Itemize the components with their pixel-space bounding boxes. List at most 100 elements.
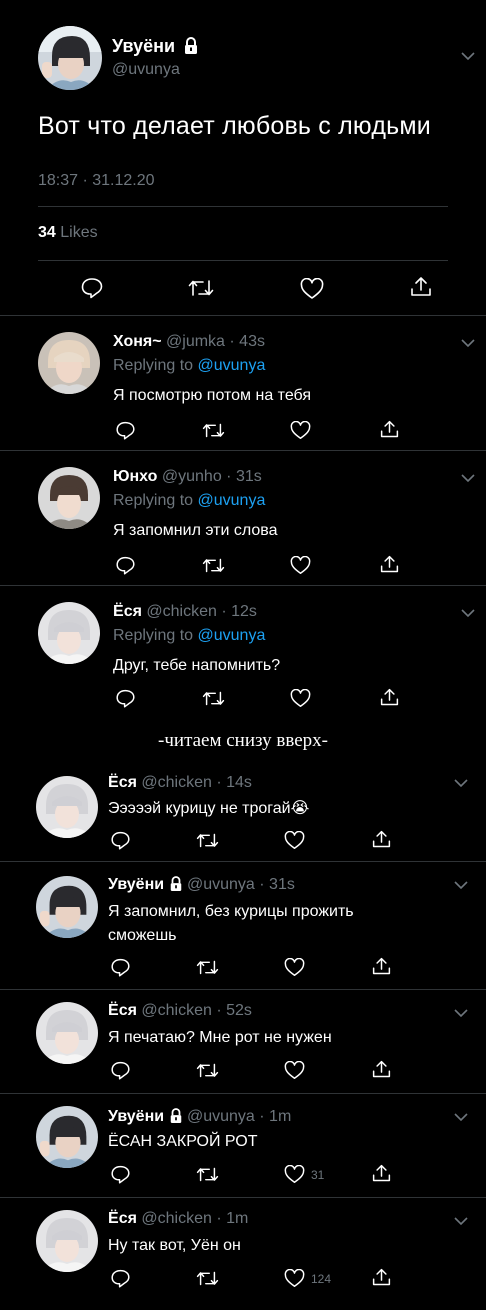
like-button[interactable] <box>290 689 311 708</box>
reply-button[interactable] <box>80 276 104 300</box>
share-button[interactable] <box>379 554 400 575</box>
tweet-timestamp[interactable]: 18:37 · 31.12.20 <box>38 172 155 190</box>
retweet-button[interactable] <box>188 277 214 299</box>
like-button[interactable] <box>284 831 305 850</box>
likes-count[interactable]: 34 Likes <box>38 224 98 242</box>
handle-and-time[interactable]: @uvunya · 31s <box>187 876 295 893</box>
handle-and-time[interactable]: @uvunya · 1m <box>187 1108 291 1125</box>
share-button[interactable] <box>379 419 400 440</box>
avatar[interactable] <box>38 332 100 394</box>
reply-text: Я запомнил эти слова <box>113 522 278 539</box>
author-handle[interactable]: @uvunya <box>112 61 180 79</box>
chevron-down-icon[interactable] <box>461 338 475 348</box>
reply-button[interactable] <box>115 688 136 709</box>
share-button[interactable] <box>371 1059 392 1080</box>
share-button[interactable] <box>379 687 400 708</box>
like-button[interactable]: 124 <box>284 1269 331 1288</box>
retweet-button[interactable] <box>196 958 219 977</box>
author-name[interactable]: Ёся <box>108 1210 137 1227</box>
chevron-down-icon[interactable] <box>461 473 475 483</box>
avatar[interactable] <box>38 602 100 664</box>
reply-button[interactable] <box>115 420 136 441</box>
chevron-down-icon[interactable] <box>461 608 475 618</box>
author-name[interactable]: Ёся <box>108 774 137 791</box>
replying-to: Replying to @uvunya <box>113 492 265 510</box>
share-button[interactable] <box>371 1267 392 1288</box>
retweet-button[interactable] <box>196 831 219 850</box>
handle-and-time[interactable]: @yunho · 31s <box>162 468 262 485</box>
author-name[interactable]: Ёся <box>108 1002 137 1019</box>
reply-button[interactable] <box>110 957 131 978</box>
share-button[interactable] <box>371 829 392 850</box>
reply-icon <box>111 958 130 977</box>
chevron-down-icon[interactable] <box>454 1112 468 1122</box>
handle-and-time[interactable]: @chicken · 14s <box>141 774 252 791</box>
reply-tweet[interactable]: Ёся @chicken · 12s Replying to @uvunya Д… <box>0 586 486 721</box>
like-button[interactable] <box>284 1061 305 1080</box>
author-name[interactable]: Увуёни <box>112 36 199 57</box>
reply-tweet[interactable]: Хоня~ @jumka · 43s Replying to @uvunya Я… <box>0 316 486 451</box>
author-name[interactable]: Увуёни <box>108 876 164 893</box>
share-button[interactable] <box>371 1163 392 1184</box>
reply-icon <box>111 1165 130 1184</box>
replying-to: Replying to @uvunya <box>113 627 265 645</box>
reply-tweet[interactable]: Ёся @chicken · 1m Ну так вот, Уён он 124 <box>0 1198 486 1310</box>
like-button[interactable] <box>290 421 311 440</box>
handle-and-time[interactable]: @jumka · 43s <box>166 333 265 350</box>
reply-button[interactable] <box>110 1268 131 1289</box>
retweet-button[interactable] <box>202 689 225 708</box>
reply-button[interactable] <box>115 555 136 576</box>
chevron-down-icon[interactable] <box>454 1216 468 1226</box>
retweet-button[interactable] <box>196 1269 219 1288</box>
avatar[interactable] <box>36 776 98 838</box>
retweet-button[interactable] <box>202 421 225 440</box>
avatar[interactable] <box>36 1210 98 1272</box>
like-button[interactable] <box>284 958 305 977</box>
lock-icon <box>185 37 198 54</box>
avatar[interactable] <box>38 467 100 529</box>
author-name[interactable]: Увуёни <box>108 1108 164 1125</box>
reply-button[interactable] <box>110 1060 131 1081</box>
handle-and-time[interactable]: @chicken · 52s <box>141 1002 252 1019</box>
like-button[interactable] <box>290 556 311 575</box>
like-button[interactable] <box>300 278 324 300</box>
reply-button[interactable] <box>110 830 131 851</box>
tweet-text: Вот что делает любовь с людьми <box>38 112 431 140</box>
reply-tweet[interactable]: Увуёни @uvunya · 31s Я запомнил, без кур… <box>0 862 486 990</box>
retweet-button[interactable] <box>196 1061 219 1080</box>
chevron-down-icon[interactable] <box>454 880 468 890</box>
share-icon <box>372 957 391 975</box>
avatar[interactable] <box>38 26 102 90</box>
retweet-button[interactable] <box>196 1165 219 1184</box>
chevron-down-icon[interactable] <box>461 51 475 61</box>
reply-tweet[interactable]: Увуёни @uvunya · 1m ЁСАН ЗАКРОЙ РОТ 31 <box>0 1094 486 1198</box>
share-button[interactable] <box>371 956 392 977</box>
caption: -читаем снизу вверх- <box>158 730 328 751</box>
replying-to-link[interactable]: @uvunya <box>198 492 266 509</box>
handle-and-time[interactable]: @chicken · 1m <box>141 1210 248 1227</box>
author-name[interactable]: Хоня~ <box>113 333 162 350</box>
like-button[interactable]: 31 <box>284 1165 324 1184</box>
reply-tweet[interactable]: Ёся @chicken · 14s Эээээй курицу не трог… <box>0 762 486 862</box>
reply-tweet[interactable]: Ёся @chicken · 52s Я печатаю? Мне рот не… <box>0 990 486 1094</box>
replying-to-link[interactable]: @uvunya <box>198 357 266 374</box>
chevron-down-icon[interactable] <box>454 1008 468 1018</box>
author-name[interactable]: Ёся <box>113 603 142 620</box>
retweet-button[interactable] <box>202 556 225 575</box>
author-name[interactable]: Юнхо <box>113 468 157 485</box>
handle-and-time[interactable]: @chicken · 12s <box>146 603 257 620</box>
reply-tweet[interactable]: Юнхо @yunho · 31s Replying to @uvunya Я … <box>0 451 486 586</box>
avatar[interactable] <box>36 1106 98 1168</box>
share-button[interactable] <box>409 275 433 299</box>
avatar[interactable] <box>36 876 98 938</box>
like-count: 124 <box>311 1271 332 1286</box>
reply-text: ЁСАН ЗАКРОЙ РОТ <box>108 1133 258 1150</box>
share-icon <box>411 277 431 296</box>
crying-emoji: 😭 <box>290 800 310 817</box>
chevron-down-icon[interactable] <box>454 778 468 788</box>
reply-button[interactable] <box>110 1164 131 1185</box>
author-name-text: Увуёни <box>112 36 176 56</box>
avatar[interactable] <box>36 1002 98 1064</box>
retweet-icon <box>202 423 225 438</box>
replying-to-link[interactable]: @uvunya <box>198 627 266 644</box>
